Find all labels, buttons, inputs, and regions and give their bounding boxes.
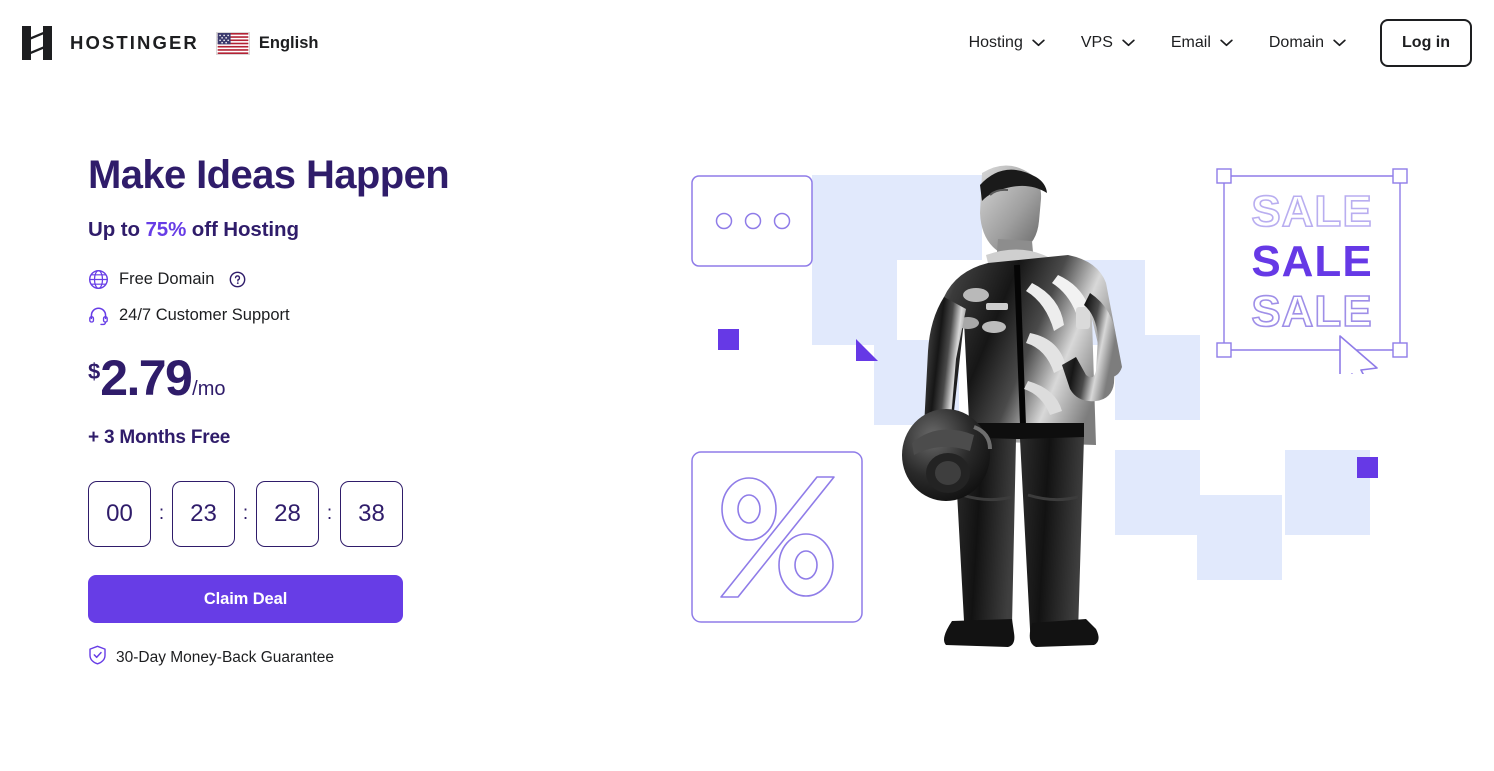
price-period: /mo: [192, 378, 226, 401]
headset-icon: [88, 305, 109, 326]
feature-list: Free Domain 24/7 Customer Support: [88, 267, 608, 327]
chevron-down-icon: [1220, 39, 1233, 47]
nav-label: VPS: [1080, 34, 1113, 51]
page-title: Make Ideas Happen: [88, 153, 450, 197]
money-back-guarantee: 30-Day Money-Back Guarantee: [88, 645, 608, 670]
countdown-timer: 00 : 23 : 28 : 38: [88, 481, 608, 548]
hero-subheadline: Up to 75% off Hosting: [88, 218, 608, 242]
feature-label: Free Domain: [119, 269, 215, 288]
nav-item-email[interactable]: Email: [1153, 21, 1251, 65]
browser-window-card-icon: [691, 175, 813, 272]
shield-check-icon: [88, 645, 107, 670]
price-currency: $: [88, 359, 101, 385]
nav-item-hosting[interactable]: Hosting: [951, 21, 1063, 65]
violet-square-icon: [1357, 457, 1378, 478]
countdown-unit-seconds: 38: [340, 481, 403, 548]
feature-item-free-domain: Free Domain: [88, 267, 608, 291]
price-display: $ 2.79 /mo: [88, 353, 608, 403]
nav-label: Hosting: [968, 34, 1023, 51]
mouse-cursor-icon: [1339, 335, 1378, 395]
svg-text:SALE: SALE: [1251, 287, 1372, 336]
subhead-suffix: off Hosting: [186, 218, 299, 242]
chevron-down-icon: [1333, 39, 1346, 47]
hero-content: Make Ideas Happen Up to 75% off Hosting …: [88, 152, 608, 670]
claim-deal-button[interactable]: Claim Deal: [88, 575, 403, 624]
question-circle-icon[interactable]: [229, 271, 246, 288]
nav-item-domain[interactable]: Domain: [1251, 21, 1364, 65]
us-flag-icon: [215, 31, 250, 55]
hostinger-h-logo-icon: [22, 26, 52, 60]
svg-text:SALE: SALE: [1251, 237, 1372, 286]
decor-square-light: [812, 175, 897, 260]
countdown-separator: :: [326, 503, 333, 525]
violet-square-icon: [718, 329, 739, 350]
sale-selection-group: SALE SALE SALE: [1212, 164, 1412, 395]
chevron-down-icon: [1032, 39, 1045, 47]
nav-item-vps[interactable]: VPS: [1063, 21, 1153, 65]
countdown-unit-days: 00: [88, 481, 151, 548]
logo-wordmark: HOSTINGER: [70, 31, 199, 53]
hero-illustration: SALE SALE SALE: [660, 120, 1460, 680]
decor-square-light: [1197, 495, 1282, 580]
globe-icon: [88, 269, 109, 290]
guarantee-label: 30-Day Money-Back Guarantee: [116, 648, 334, 666]
feature-item-support: 24/7 Customer Support: [88, 303, 608, 327]
login-button[interactable]: Log in: [1380, 19, 1472, 67]
countdown-unit-minutes: 28: [256, 481, 319, 548]
main-nav: Hosting VPS Email Domain Log in: [951, 19, 1472, 67]
feature-label: 24/7 Customer Support: [119, 305, 290, 324]
bonus-months-label: + 3 Months Free: [88, 427, 231, 449]
nav-label: Email: [1170, 34, 1211, 51]
percent-sign-card-icon: [691, 451, 863, 628]
page-root: HOSTINGER English Hosting VPS Email Doma…: [0, 0, 1494, 771]
countdown-separator: :: [158, 503, 165, 525]
language-label: English: [258, 33, 319, 52]
subhead-prefix: Up to: [88, 218, 146, 242]
site-header: HOSTINGER English Hosting VPS Email Doma…: [0, 0, 1494, 86]
violet-triangle-icon: [856, 339, 878, 366]
price-amount: 2.79: [100, 350, 193, 407]
nav-label: Domain: [1268, 34, 1325, 51]
countdown-separator: :: [242, 503, 249, 525]
decor-square-light: [812, 260, 897, 345]
race-driver-photo-icon: [890, 155, 1150, 660]
brand-group[interactable]: HOSTINGER: [22, 26, 199, 60]
language-selector[interactable]: English: [215, 31, 319, 55]
countdown-unit-hours: 23: [172, 481, 235, 548]
chevron-down-icon: [1122, 39, 1135, 47]
discount-percent: 75%: [145, 218, 187, 242]
svg-text:SALE: SALE: [1251, 187, 1372, 236]
